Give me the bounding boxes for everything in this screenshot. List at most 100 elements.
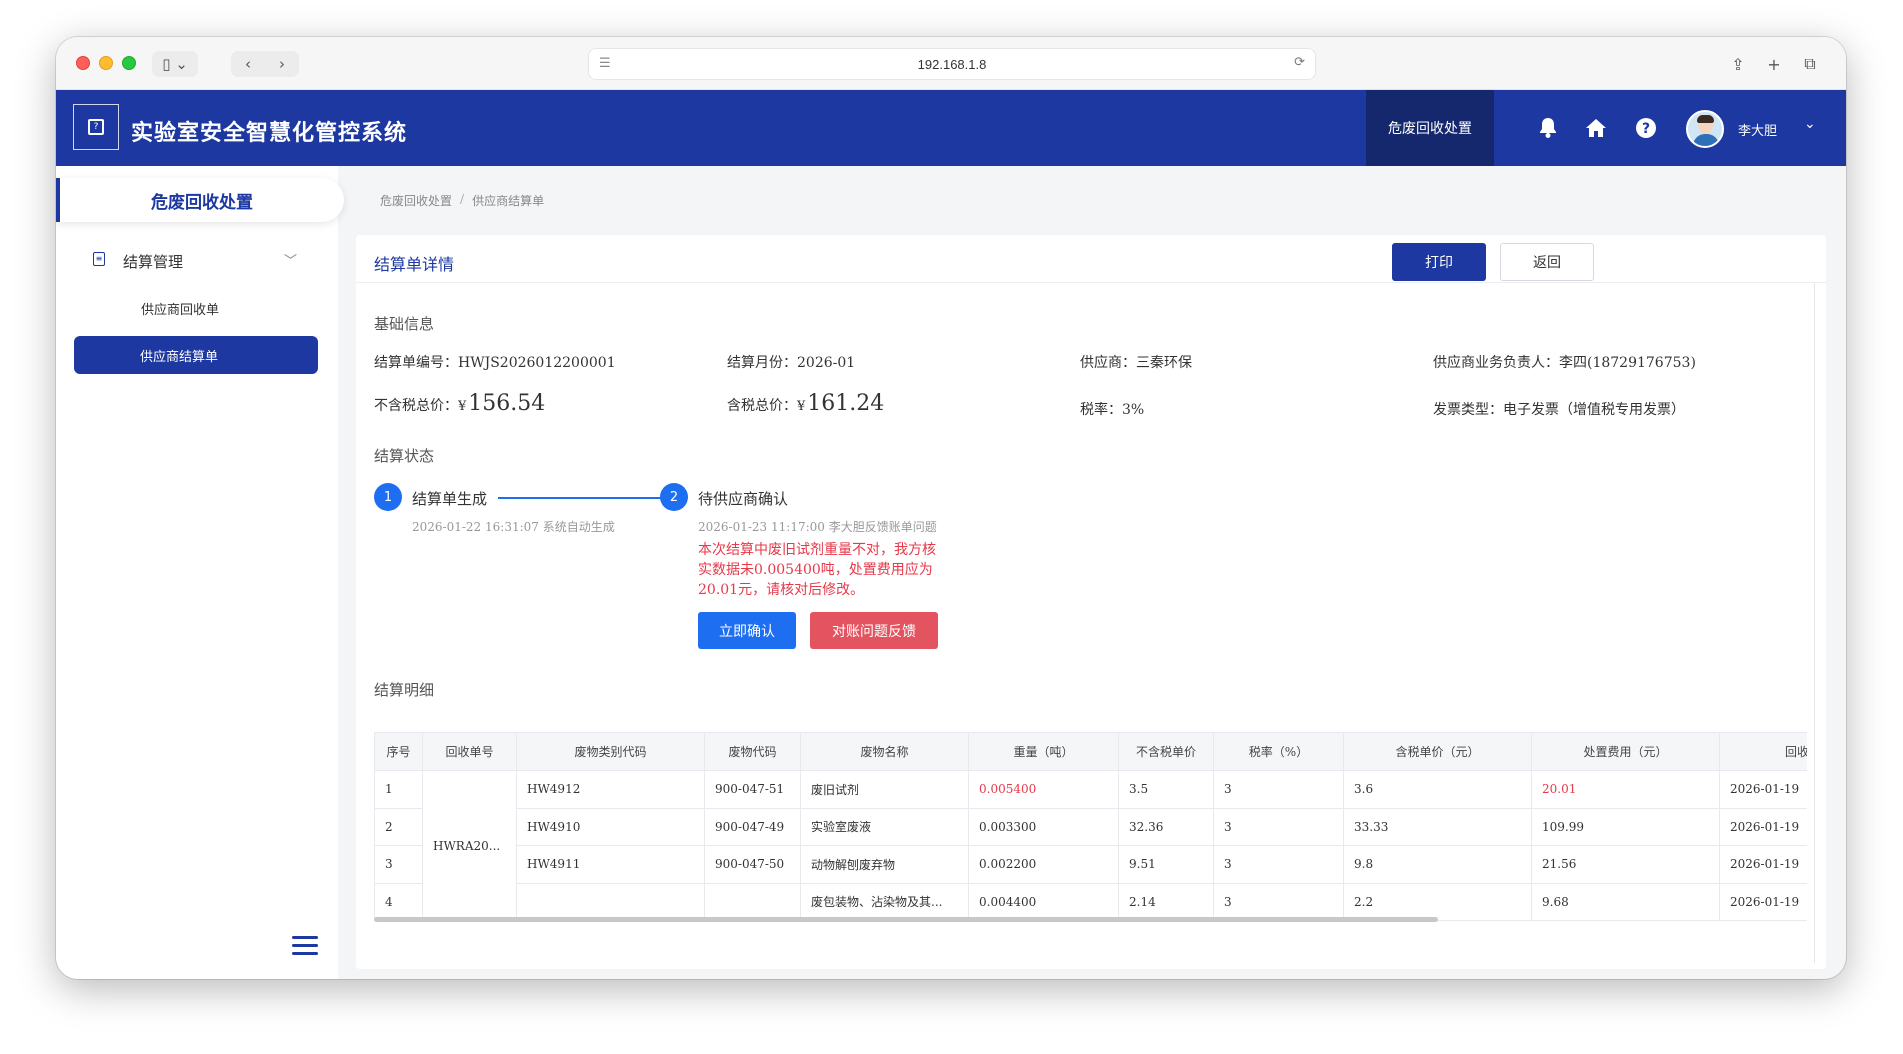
cell-waste-name: 废旧试剂 xyxy=(800,770,969,809)
step-2-label: 待供应商确认 xyxy=(698,490,789,508)
history-nav: ‹ › xyxy=(231,51,299,77)
url-text: 192.168.1.8 xyxy=(917,56,987,72)
breadcrumb: 危废回收处置 / 供应商结算单 xyxy=(380,192,544,209)
step-1-number: 1 xyxy=(374,483,402,511)
details-title: 结算明细 xyxy=(374,681,435,699)
breadcrumb-separator: / xyxy=(460,192,465,206)
cell-unit-price: 3.5 xyxy=(1118,770,1214,809)
document-icon: ≡ xyxy=(93,252,105,266)
pretax-total-label: 不含税总价： xyxy=(374,398,458,414)
back-button[interactable]: 返回 xyxy=(1500,243,1594,281)
translate-reload-icon[interactable]: ⟳ xyxy=(1294,55,1305,70)
sidebar-toggle-icon[interactable]: ▯ ⌄ xyxy=(152,51,198,77)
cell-date: 2026-01-19 xyxy=(1719,845,1807,884)
home-icon[interactable] xyxy=(1582,114,1610,142)
cell-fee: 21.56 xyxy=(1531,845,1720,884)
table-row: 2 HW4910 900-047-49 实验室废液 0.003300 32.36… xyxy=(374,807,1807,846)
supplier-name: 供应商：三秦环保 xyxy=(1080,355,1192,371)
cell-tax-unit-price: 3.6 xyxy=(1343,770,1532,809)
card-header: 结算单详情 打印 返回 xyxy=(356,235,1826,283)
new-tab-icon[interactable]: + xyxy=(1761,51,1787,77)
print-button[interactable]: 打印 xyxy=(1392,243,1486,281)
menu-group-label: 结算管理 xyxy=(123,253,184,271)
share-icon[interactable]: ⇪ xyxy=(1725,51,1751,77)
forward-nav-icon[interactable]: › xyxy=(265,55,299,73)
cell-date: 2026-01-19 xyxy=(1719,882,1807,921)
cell-date: 2026-01-19 xyxy=(1719,807,1807,846)
module-switch-button[interactable]: 危废回收处置 xyxy=(1366,90,1494,166)
step-connector xyxy=(498,497,681,499)
vertical-scrollbar[interactable] xyxy=(1814,283,1815,963)
status-title: 结算状态 xyxy=(374,447,435,465)
app-title: 实验室安全智慧化管控系统 xyxy=(131,121,408,146)
settlement-number: 结算单编号：HWJS2026012200001 xyxy=(374,355,616,371)
cell-tax-rate: 3 xyxy=(1213,845,1344,884)
cell-waste-code: 900-047-51 xyxy=(704,770,801,809)
cell-index: 2 xyxy=(374,807,423,846)
cell-tax-rate: 3 xyxy=(1213,770,1344,809)
details-table: 序号 回收单号 废物类别代码 废物代码 废物名称 重量（吨） 不含税单价 税率（… xyxy=(374,732,1807,921)
cell-tax-rate: 3 xyxy=(1213,882,1344,921)
tax-total-value: 161.24 xyxy=(807,391,885,416)
pretax-total: 不含税总价：¥156.54 xyxy=(374,391,545,416)
cell-waste-name: 实验室废液 xyxy=(800,807,969,846)
step-2-time: 2026-01-23 11:17:00 李大胆反馈账单问题 xyxy=(698,520,937,534)
cell-category-code: HW4912 xyxy=(516,770,705,809)
sidebar-item-supplier-recovery[interactable]: 供应商回收单 xyxy=(74,289,318,327)
breadcrumb-item[interactable]: 危废回收处置 xyxy=(380,192,452,209)
sidebar-item-supplier-settlement[interactable]: 供应商结算单 xyxy=(74,336,318,374)
step-2-number: 2 xyxy=(660,483,688,511)
cell-date: 2026-01-19 xyxy=(1719,770,1807,809)
column-header: 含税单价（元） xyxy=(1343,732,1532,771)
zoom-window-button[interactable] xyxy=(122,56,136,70)
column-header: 回收 xyxy=(1719,732,1807,771)
column-header: 税率（%） xyxy=(1213,732,1344,771)
cell-weight: 0.004400 xyxy=(968,882,1119,921)
step-1-label: 结算单生成 xyxy=(412,490,488,508)
cell-tax-rate: 3 xyxy=(1213,807,1344,846)
cell-index: 4 xyxy=(374,882,423,921)
basic-info-title: 基础信息 xyxy=(374,315,435,333)
bell-icon[interactable] xyxy=(1534,114,1562,142)
cell-fee: 109.99 xyxy=(1531,807,1720,846)
invoice-type: 发票类型：电子发票（增值税专用发票） xyxy=(1433,402,1685,418)
cell-index: 3 xyxy=(374,845,423,884)
sidebar-module-title: 危废回收处置 xyxy=(56,178,344,222)
horizontal-scrollbar[interactable] xyxy=(374,917,1438,922)
supplier-contact: 供应商业务负责人：李四(18729176753) xyxy=(1433,355,1696,371)
chevron-down-icon[interactable]: ⌄ xyxy=(1804,116,1816,132)
cell-fee: 9.68 xyxy=(1531,882,1720,921)
browser-window: ▯ ⌄ ‹ › ☰ 192.168.1.8 ⟳ ⇪ + ⧉ ? 实验室安全智慧化… xyxy=(56,37,1846,979)
menu-group-settlement[interactable]: ≡ 结算管理 ﹀ xyxy=(56,240,338,280)
collapse-menu-icon[interactable] xyxy=(292,936,320,960)
cell-category-code: HW4910 xyxy=(516,807,705,846)
back-nav-icon[interactable]: ‹ xyxy=(231,55,265,73)
step-1-time: 2026-01-22 16:31:07 系统自动生成 xyxy=(412,520,615,534)
cell-tax-unit-price: 2.2 xyxy=(1343,882,1532,921)
cell-category-code xyxy=(516,882,705,921)
page-menu-icon[interactable]: ☰ xyxy=(599,56,611,71)
svg-text:?: ? xyxy=(1642,121,1650,137)
feedback-button[interactable]: 对账问题反馈 xyxy=(810,612,938,649)
cell-unit-price: 32.36 xyxy=(1118,807,1214,846)
cell-category-code: HW4911 xyxy=(516,845,705,884)
breadcrumb-item: 供应商结算单 xyxy=(472,194,545,208)
column-header: 不含税单价 xyxy=(1118,732,1214,771)
cell-fee: 20.01 xyxy=(1531,770,1720,809)
address-bar[interactable]: ☰ 192.168.1.8 ⟳ xyxy=(588,48,1316,80)
cell-unit-price: 2.14 xyxy=(1118,882,1214,921)
tab-overview-icon[interactable]: ⧉ xyxy=(1797,51,1823,77)
close-window-button[interactable] xyxy=(76,56,90,70)
cell-waste-code: 900-047-50 xyxy=(704,845,801,884)
confirm-button[interactable]: 立即确认 xyxy=(698,612,796,649)
table-row: 3 HW4911 900-047-50 动物解刨废弃物 0.002200 9.5… xyxy=(374,845,1807,884)
sidebar: 危废回收处置 ≡ 结算管理 ﹀ 供应商回收单 供应商结算单 xyxy=(56,166,344,979)
user-name[interactable]: 李大胆 xyxy=(1738,120,1777,139)
cell-weight: 0.003300 xyxy=(968,807,1119,846)
tax-total: 含税总价：¥161.24 xyxy=(727,391,884,416)
tax-total-label: 含税总价： xyxy=(727,398,797,414)
help-icon[interactable]: ? xyxy=(1632,114,1660,142)
minimize-window-button[interactable] xyxy=(99,56,113,70)
avatar[interactable] xyxy=(1686,110,1724,148)
pretax-total-value: 156.54 xyxy=(468,391,546,416)
